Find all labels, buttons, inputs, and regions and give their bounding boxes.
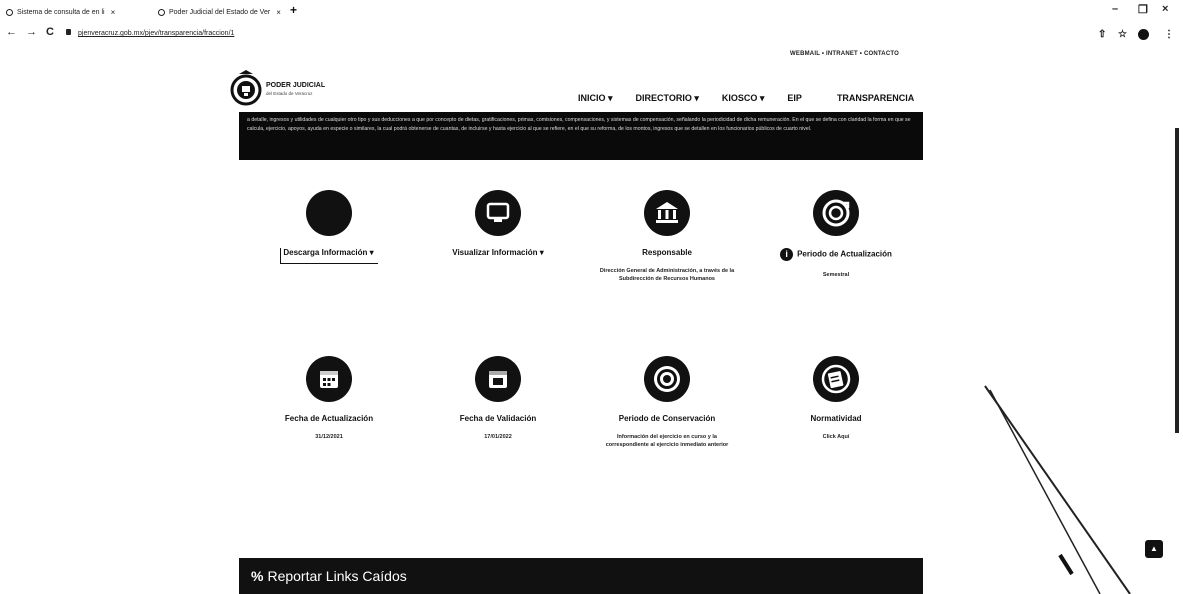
- pen-overlay: [984, 385, 1131, 594]
